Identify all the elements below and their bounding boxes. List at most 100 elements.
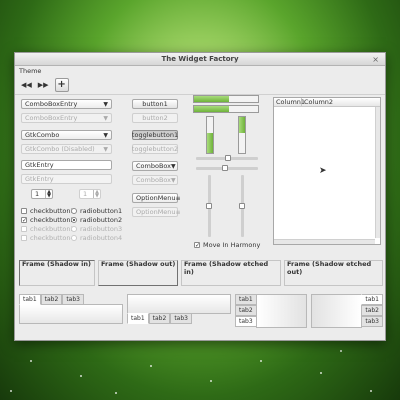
radiobutton2-label: radiobutton2 (80, 216, 123, 224)
spin-button-disabled-value: 1 (83, 190, 88, 198)
spin-arrows-icon: ▲ ▼ (93, 190, 100, 199)
radiobutton4: radiobutton4 (71, 234, 122, 242)
radiobutton4-label: radiobutton4 (80, 234, 123, 242)
desktop-star (340, 350, 342, 352)
notebook-tabs-bottom: tab1 tab2 tab3 (127, 294, 231, 328)
tab-left-1[interactable]: tab1 (235, 294, 257, 305)
first-icon[interactable]: ◀◀ (21, 80, 32, 90)
toolbar: ◀◀ ▶▶ + (15, 75, 385, 95)
progress-bar-horizontal (193, 95, 259, 103)
gtk-entry-value: GtkEntry (25, 161, 54, 169)
gtk-combo-disabled-value: GtkCombo (Disabled) (25, 145, 95, 153)
button1-label: button1 (142, 100, 168, 108)
radiobutton1[interactable]: radiobutton1 (71, 207, 122, 215)
frame-shadow-in-label: Frame (Shadow in) (22, 260, 91, 268)
radiobutton2[interactable]: radiobutton2 (71, 216, 122, 224)
spin-button-disabled: 1 ▲ ▼ (79, 189, 101, 199)
tab-right-1[interactable]: tab1 (361, 294, 383, 305)
frame-shadow-out: Frame (Shadow out) (98, 260, 178, 286)
gtk-entry[interactable]: GtkEntry (21, 160, 112, 170)
mouse-pointer-icon: ➤ (319, 166, 327, 176)
combobox2: ComboBox ▼ (132, 175, 178, 185)
checkmark-icon: ✓ (194, 242, 201, 249)
hscale-2-thumb[interactable] (222, 165, 228, 171)
tab-bottom-2[interactable]: tab2 (148, 313, 171, 324)
tab-right-2[interactable]: tab2 (361, 305, 383, 316)
checkbutton4-label: checkbutton4 (30, 234, 75, 242)
tree-header: Column1 Column2 (274, 98, 380, 107)
spin-arrows-icon[interactable]: ▲ ▼ (45, 190, 52, 199)
desktop-star (80, 375, 82, 377)
button2-label: button2 (142, 114, 168, 122)
progress-bar-vertical-2 (238, 116, 246, 154)
tree-view[interactable]: Column1 Column2 ➤ (273, 97, 381, 245)
horizontal-scrollbar[interactable] (274, 239, 375, 244)
checkbutton1-label: checkbutton1 (30, 207, 75, 215)
desktop-star (10, 390, 12, 392)
desktop-star (210, 380, 212, 382)
checkbox-icon (21, 226, 27, 232)
move-in-harmony-check[interactable]: ✓ Move In Harmony (194, 241, 260, 249)
hscale-1-thumb[interactable] (225, 155, 231, 161)
frame-shadow-etched-in-label: Frame (Shadow etched in) (184, 260, 269, 276)
combobox1[interactable]: ComboBox ▼ (132, 161, 178, 171)
checkbutton2[interactable]: ✓ checkbutton2 (21, 216, 75, 224)
progress-bar-horizontal-2 (193, 105, 259, 113)
checkbutton3-label: checkbutton3 (30, 225, 75, 233)
gtk-entry-disabled-value: GtkEntry (25, 175, 54, 183)
vscale-1-thumb[interactable] (206, 203, 212, 209)
column2-header[interactable]: Column2 (302, 98, 333, 106)
tab-top-1[interactable]: tab1 (19, 294, 41, 305)
vscale-2-thumb[interactable] (239, 203, 245, 209)
radio-icon (71, 208, 77, 214)
optionmenu1-value: OptionMenu (136, 194, 176, 202)
checkbox-icon (21, 208, 27, 214)
notebook-tabs-right: tab1 tab2 tab3 (311, 294, 383, 328)
checkbutton3: checkbutton3 (21, 225, 75, 233)
radio-selected-icon (71, 217, 77, 223)
gtk-entry-disabled: GtkEntry (21, 174, 112, 184)
checkmark-icon: ✓ (21, 217, 28, 224)
spin-button[interactable]: 1 ▲ ▼ (31, 189, 53, 199)
tab-right-3[interactable]: tab3 (361, 316, 383, 327)
desktop-star (370, 390, 372, 392)
radio-icon (71, 235, 77, 241)
combobox-entry[interactable]: ComboBoxEntry ▼ (21, 99, 112, 109)
togglebutton2-label: togglebutton2 (131, 145, 179, 153)
desktop-star (150, 365, 152, 367)
tab-bottom-3[interactable]: tab3 (170, 313, 192, 324)
checkbutton4: checkbutton4 (21, 234, 75, 242)
togglebutton2: togglebutton2 (132, 144, 178, 154)
tab-top-2[interactable]: tab2 (40, 294, 63, 305)
desktop-star (260, 360, 262, 362)
togglebutton1[interactable]: togglebutton1 (132, 130, 178, 140)
title-bar[interactable]: The Widget Factory × (15, 53, 385, 66)
vertical-scrollbar[interactable] (375, 107, 380, 238)
last-icon[interactable]: ▶▶ (38, 80, 49, 90)
tab-panel (255, 294, 307, 328)
chevron-down-icon: ▼ (103, 145, 108, 153)
progress-fill (194, 96, 230, 102)
progress-fill (239, 117, 245, 134)
tab-bottom-1[interactable]: tab1 (127, 313, 149, 324)
checkbutton1[interactable]: checkbutton1 (21, 207, 75, 215)
add-icon[interactable]: + (54, 77, 69, 92)
tab-top-3[interactable]: tab3 (62, 294, 84, 305)
optionmenu1[interactable]: OptionMenu ≡ (132, 193, 181, 203)
combobox-entry-value: ComboBoxEntry (25, 100, 78, 108)
chevron-down-icon: ▼ (171, 176, 176, 184)
gtk-combo[interactable]: GtkCombo ▼ (21, 130, 112, 140)
radiobutton3-label: radiobutton3 (80, 225, 123, 233)
menu-theme[interactable]: Theme (19, 67, 41, 75)
combobox2-value: ComboBox (136, 176, 172, 184)
desktop-star (115, 392, 117, 394)
tab-left-2[interactable]: tab2 (235, 305, 257, 316)
button1[interactable]: button1 (132, 99, 178, 109)
progress-bar-vertical (206, 116, 214, 154)
gtk-combo-disabled: GtkCombo (Disabled) ▼ (21, 144, 112, 154)
progress-fill (194, 106, 230, 112)
optionmenu2-value: OptionMenu (136, 208, 176, 216)
tab-left-3[interactable]: tab3 (235, 316, 257, 327)
close-icon[interactable]: × (372, 55, 379, 64)
column1-header[interactable]: Column1 (274, 98, 305, 106)
